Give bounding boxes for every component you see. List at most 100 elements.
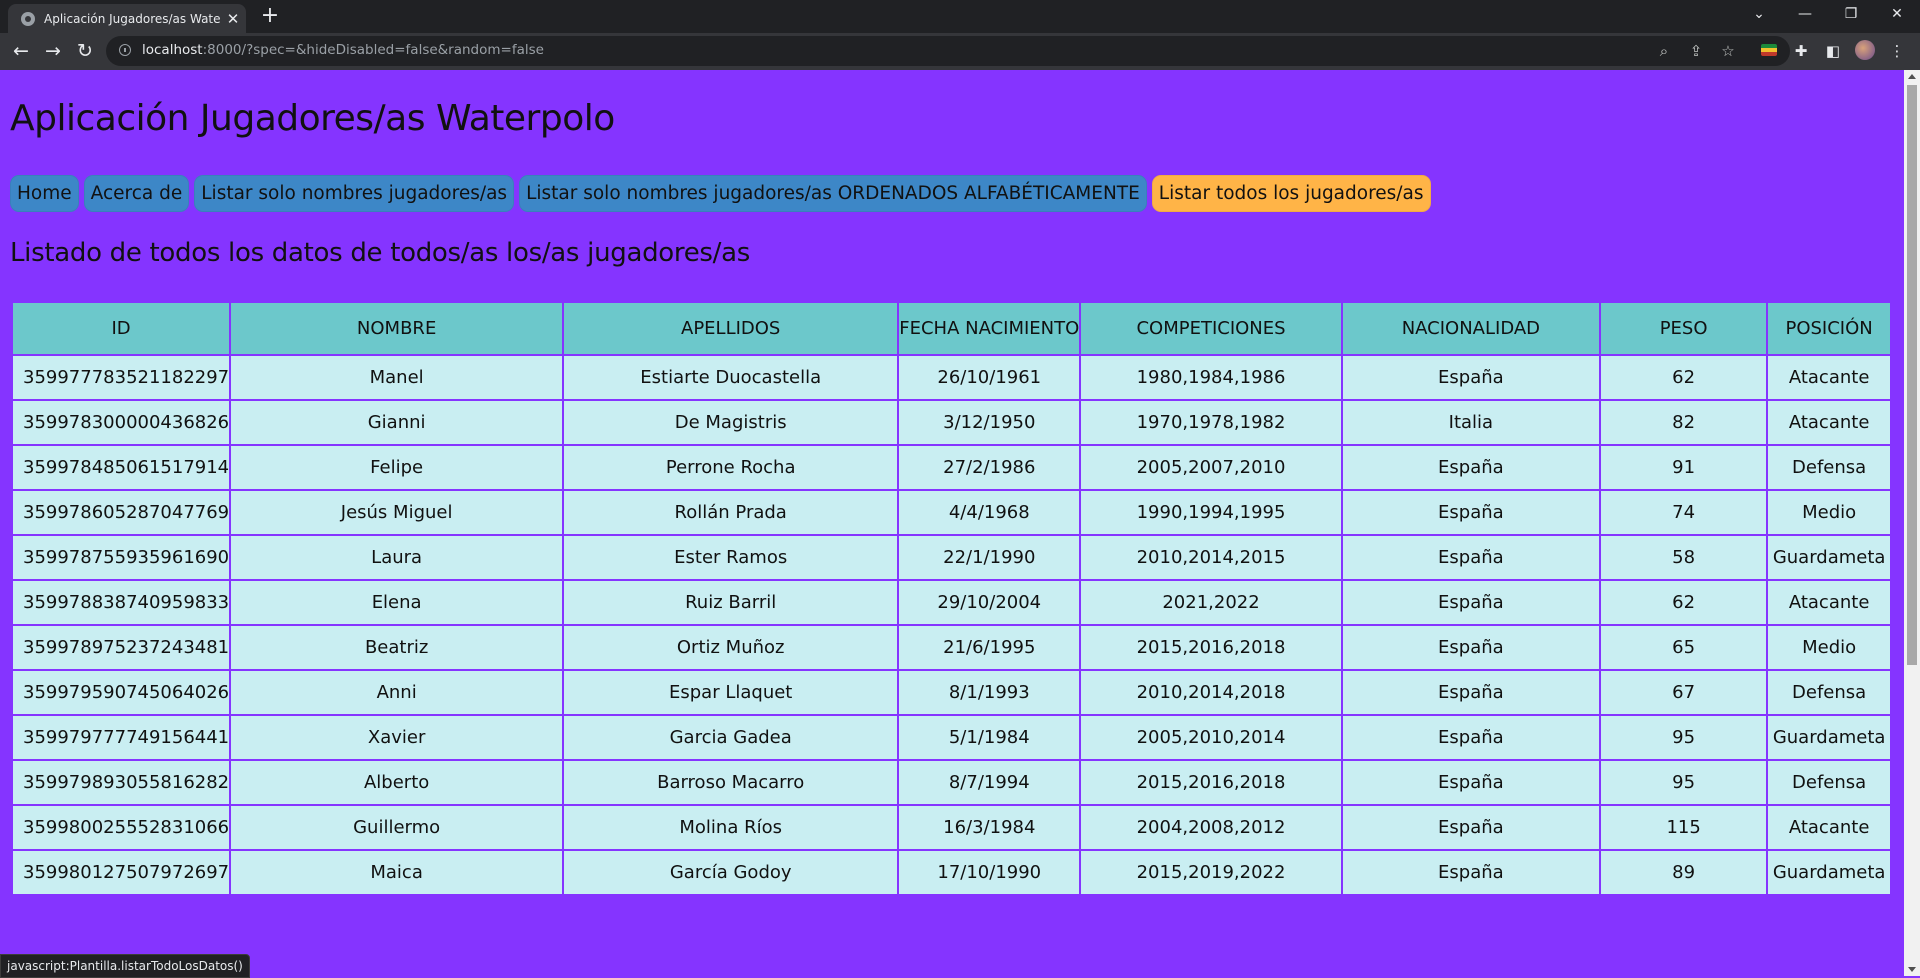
cell-apellidos: Espar Llaquet xyxy=(562,669,900,716)
cell-peso: 67 xyxy=(1598,669,1769,716)
nav-home-button[interactable]: Home xyxy=(10,175,79,212)
page-scrollbar[interactable] xyxy=(1904,70,1920,976)
cell-posicion: Atacante xyxy=(1766,579,1892,626)
browser-tab[interactable]: Aplicación Jugadores/as Waterpolo ✕ xyxy=(8,4,246,33)
cell-competiciones: 1970,1978,1982 xyxy=(1079,399,1343,446)
header-nombre: NOMBRE xyxy=(229,301,565,356)
profile-avatar[interactable] xyxy=(1854,40,1876,62)
forward-icon[interactable]: → xyxy=(40,38,66,64)
cell-apellidos: Perrone Rocha xyxy=(562,444,900,491)
scroll-down-icon[interactable] xyxy=(1908,967,1916,972)
url-text[interactable]: localhost:8000/?spec=&hideDisabled=false… xyxy=(142,42,544,58)
browser-tabstrip: Aplicación Jugadores/as Waterpolo ✕ + ⌄ … xyxy=(0,0,1920,33)
menu-kebab-icon[interactable]: ⋮ xyxy=(1886,40,1908,62)
cell-fecha-nacimiento: 17/10/1990 xyxy=(897,849,1082,896)
header-apellidos: APELLIDOS xyxy=(562,301,900,356)
cell-apellidos: Barroso Macarro xyxy=(562,759,900,806)
address-bar[interactable]: localhost:8000/?spec=&hideDisabled=false… xyxy=(106,36,1790,66)
cell-nacionalidad: España xyxy=(1340,849,1602,896)
cell-apellidos: Garcia Gadea xyxy=(562,714,900,761)
tab-title: Aplicación Jugadores/as Waterpolo xyxy=(44,11,220,26)
browser-toolbar: ← → ↻ localhost:8000/?spec=&hideDisabled… xyxy=(0,33,1920,70)
side-panel-icon[interactable]: ◧ xyxy=(1822,40,1844,62)
cell-fecha-nacimiento: 5/1/1984 xyxy=(897,714,1082,761)
cell-peso: 95 xyxy=(1598,714,1769,761)
cell-nacionalidad: España xyxy=(1340,624,1602,671)
cell-id: 359980127507972697 xyxy=(10,849,232,896)
cell-nacionalidad: Italia xyxy=(1340,399,1602,446)
cell-posicion: Guardameta xyxy=(1766,849,1892,896)
cell-nombre: Xavier xyxy=(229,714,565,761)
page-content: Aplicación Jugadores/as Waterpolo Home A… xyxy=(0,70,1904,976)
cell-posicion: Atacante xyxy=(1766,354,1892,401)
header-competiciones: COMPETICIONES xyxy=(1079,301,1343,356)
cell-id: 359978975237243481 xyxy=(10,624,232,671)
nav-listar-todos-button[interactable]: Listar todos los jugadores/as xyxy=(1151,175,1431,212)
bookmark-star-icon[interactable]: ☆ xyxy=(1718,41,1738,61)
nav-listar-nombres-button[interactable]: Listar solo nombres jugadores/as xyxy=(194,175,515,212)
header-nacionalidad: NACIONALIDAD xyxy=(1340,301,1602,356)
cell-id: 359978485061517914 xyxy=(10,444,232,491)
scroll-up-icon[interactable] xyxy=(1908,74,1916,79)
cell-posicion: Guardameta xyxy=(1766,714,1892,761)
close-window-icon[interactable]: ✕ xyxy=(1874,0,1920,30)
minimize-icon[interactable]: — xyxy=(1782,0,1828,30)
table-row: 359978838740959833 Elena Ruiz Barril 29/10/… xyxy=(10,579,1892,626)
puzzle-extensions-icon[interactable]: ✚ xyxy=(1790,40,1812,62)
restore-icon[interactable]: ❐ xyxy=(1828,0,1874,30)
header-id: ID xyxy=(10,301,232,356)
cell-id: 359979590745064026 xyxy=(10,669,232,716)
reload-icon[interactable]: ↻ xyxy=(72,38,98,64)
zoom-icon[interactable]: ⌕ xyxy=(1654,41,1674,61)
cell-id: 359979777749156441 xyxy=(10,714,232,761)
cell-id: 359978300000436826 xyxy=(10,399,232,446)
cell-peso: 89 xyxy=(1598,849,1769,896)
cell-peso: 91 xyxy=(1598,444,1769,491)
table-row: 359979893055816282 Alberto Barroso Macarro… xyxy=(10,759,1892,806)
cell-fecha-nacimiento: 8/1/1993 xyxy=(897,669,1082,716)
cell-fecha-nacimiento: 21/6/1995 xyxy=(897,624,1082,671)
cell-nombre: Guillermo xyxy=(229,804,565,851)
share-icon[interactable]: ⇪ xyxy=(1686,41,1706,61)
nav-acerca-de-button[interactable]: Acerca de xyxy=(83,175,190,212)
cell-nacionalidad: España xyxy=(1340,669,1602,716)
cell-nacionalidad: España xyxy=(1340,579,1602,626)
page-title: Aplicación Jugadores/as Waterpolo xyxy=(10,98,615,139)
header-fecha-nacimiento: FECHA NACIMIENTO xyxy=(897,301,1082,356)
tab-search-icon[interactable]: ⌄ xyxy=(1736,0,1782,30)
cell-competiciones: 1980,1984,1986 xyxy=(1079,354,1343,401)
cell-competiciones: 2005,2010,2014 xyxy=(1079,714,1343,761)
cell-peso: 115 xyxy=(1598,804,1769,851)
cell-posicion: Medio xyxy=(1766,489,1892,536)
cell-nombre: Felipe xyxy=(229,444,565,491)
table-row: 359980127507972697 Maica García Godoy 17/10… xyxy=(10,849,1892,896)
cell-apellidos: García Godoy xyxy=(562,849,900,896)
close-tab-icon[interactable]: ✕ xyxy=(225,10,241,28)
cell-nombre: Alberto xyxy=(229,759,565,806)
cell-nombre: Elena xyxy=(229,579,565,626)
table-row: 359978975237243481 Beatriz Ortiz Muñoz 21/6… xyxy=(10,624,1892,671)
cell-posicion: Defensa xyxy=(1766,759,1892,806)
cell-posicion: Atacante xyxy=(1766,804,1892,851)
scroll-thumb[interactable] xyxy=(1907,85,1917,665)
cell-apellidos: Ruiz Barril xyxy=(562,579,900,626)
globe-icon xyxy=(21,11,35,26)
back-icon[interactable]: ← xyxy=(8,38,34,64)
info-icon[interactable] xyxy=(119,44,131,56)
cell-id: 359978838740959833 xyxy=(10,579,232,626)
cell-competiciones: 2015,2019,2022 xyxy=(1079,849,1343,896)
cell-nombre: Anni xyxy=(229,669,565,716)
status-bar: javascript:Plantilla.listarTodoLosDatos(… xyxy=(0,954,250,978)
cell-competiciones: 2015,2016,2018 xyxy=(1079,624,1343,671)
cell-nombre: Jesús Miguel xyxy=(229,489,565,536)
new-tab-icon[interactable]: + xyxy=(259,5,281,28)
cell-id: 359979893055816282 xyxy=(10,759,232,806)
table-row: 359980025552831066 Guillermo Molina Ríos 16… xyxy=(10,804,1892,851)
cell-competiciones: 2021,2022 xyxy=(1079,579,1343,626)
nav-listar-nombres-ordenados-button[interactable]: Listar solo nombres jugadores/as ORDENAD… xyxy=(519,175,1147,212)
cell-fecha-nacimiento: 16/3/1984 xyxy=(897,804,1082,851)
cell-id: 359978755935961690 xyxy=(10,534,232,581)
extension-icon[interactable] xyxy=(1758,40,1780,62)
cell-posicion: Medio xyxy=(1766,624,1892,671)
cell-peso: 65 xyxy=(1598,624,1769,671)
